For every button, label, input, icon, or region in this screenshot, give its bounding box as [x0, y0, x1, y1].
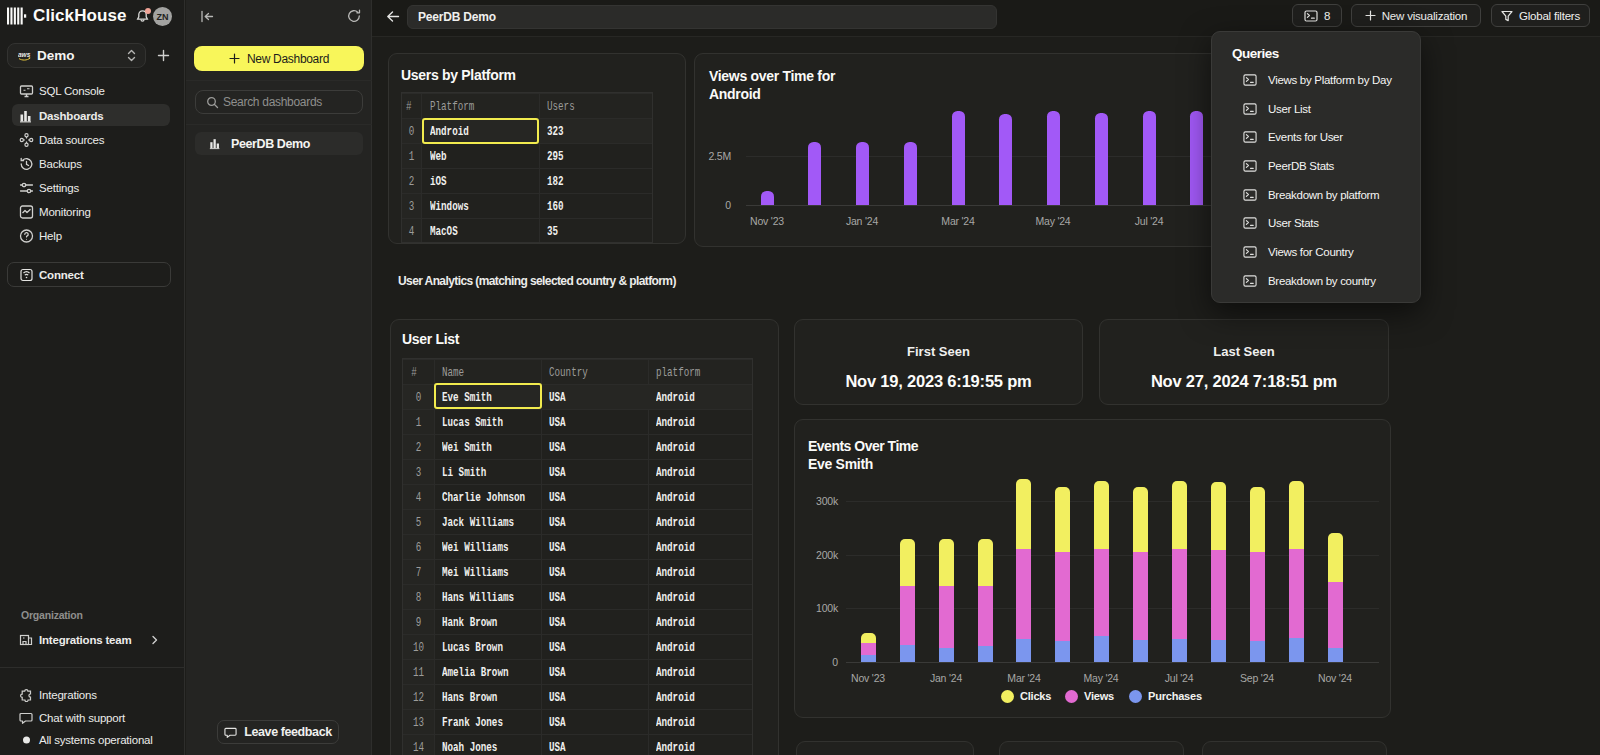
svg-text:aws: aws: [18, 51, 31, 58]
